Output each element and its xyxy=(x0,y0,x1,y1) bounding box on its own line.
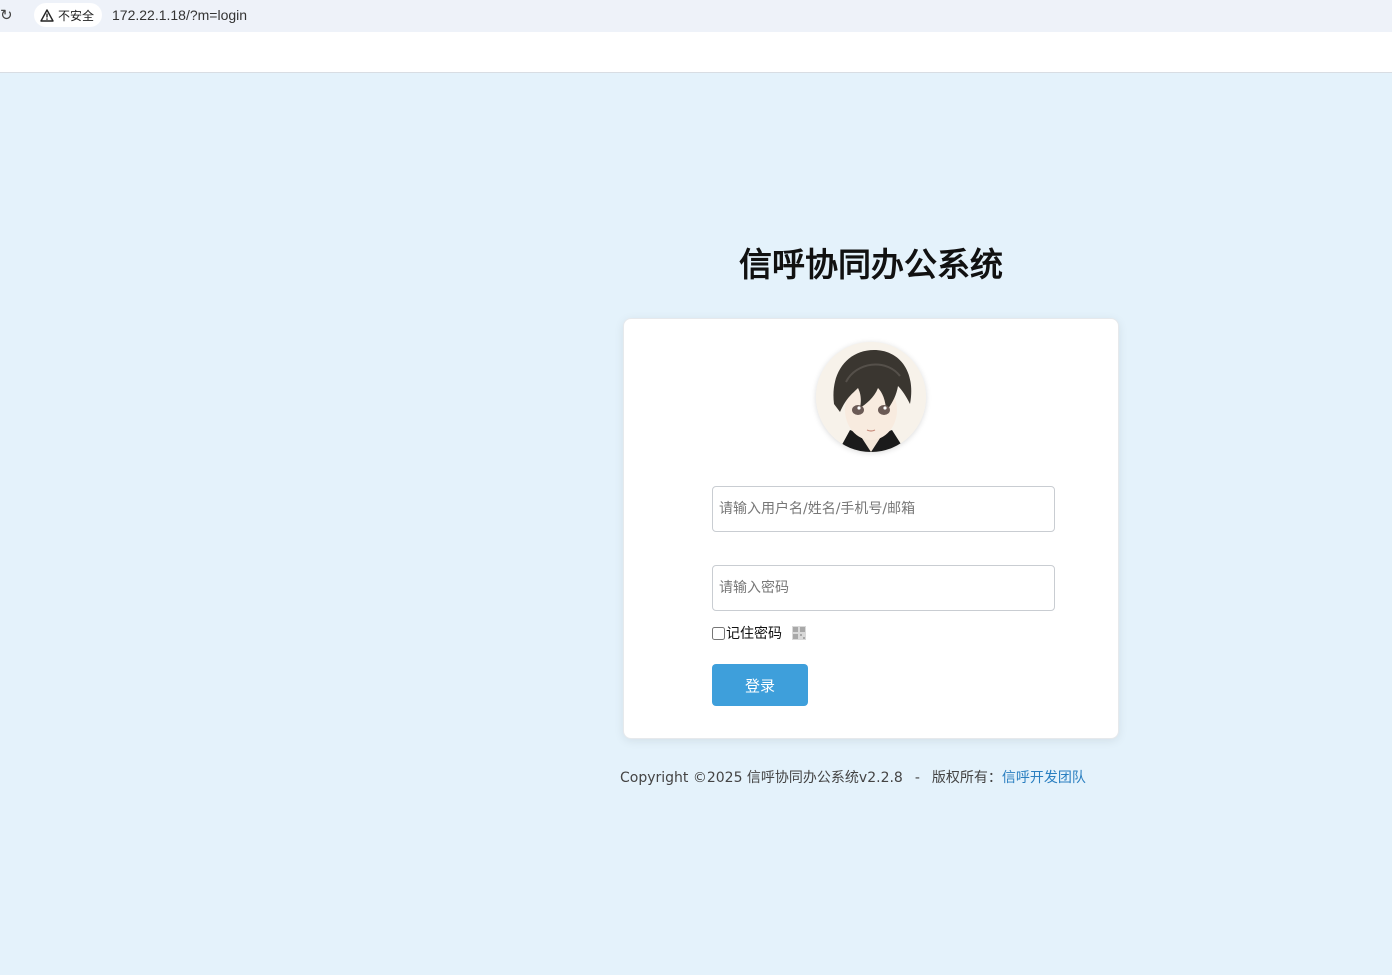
copyright-text: Copyright ©2025 信呼协同办公系统v2.2.8 xyxy=(620,770,903,786)
rights-label: 版权所有： xyxy=(931,770,1002,786)
warning-icon xyxy=(40,8,54,22)
browser-toolbar-strip xyxy=(0,32,1392,73)
reload-icon[interactable]: ↻ xyxy=(0,6,14,24)
footer-separator: - xyxy=(914,770,920,786)
browser-address-bar: ↻ 不安全 172.22.1.18/?m=login xyxy=(0,0,1392,32)
security-label: 不安全 xyxy=(58,8,95,23)
qr-code-icon[interactable] xyxy=(792,626,806,640)
team-link[interactable]: 信呼开发团队 xyxy=(1002,770,1086,786)
username-input[interactable] xyxy=(712,486,1055,532)
avatar xyxy=(816,342,926,452)
url-text[interactable]: 172.22.1.18/?m=login xyxy=(112,6,247,24)
security-chip[interactable]: 不安全 xyxy=(34,3,103,27)
remember-password-label[interactable]: 记住密码 xyxy=(726,623,782,643)
password-input[interactable] xyxy=(712,565,1055,611)
login-button[interactable]: 登录 xyxy=(712,664,808,706)
remember-row: 记住密码 xyxy=(712,622,806,644)
footer: Copyright ©2025 信呼协同办公系统v2.2.8- 版权所有：信呼开发… xyxy=(620,768,1140,788)
login-card: 记住密码 登录 xyxy=(623,318,1119,739)
page-title: 信呼协同办公系统 xyxy=(739,245,1003,284)
remember-password-checkbox[interactable] xyxy=(712,626,725,640)
